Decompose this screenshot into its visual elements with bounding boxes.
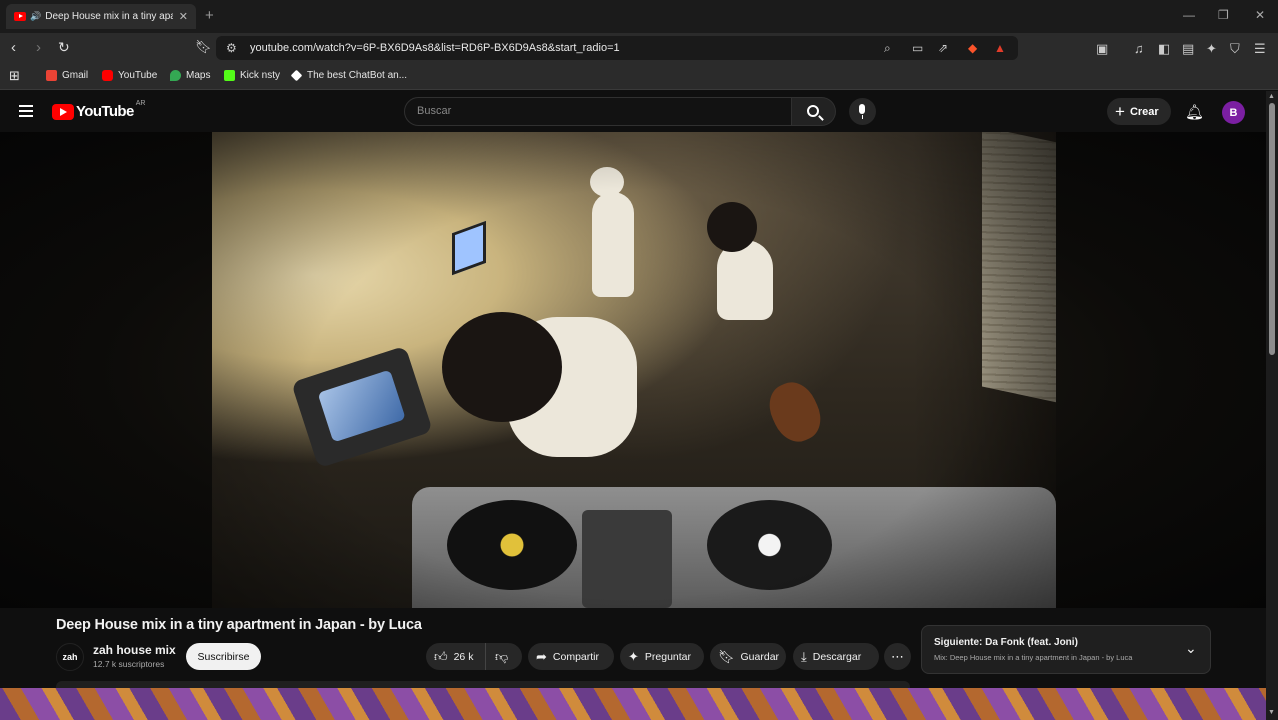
scrollbar-thumb[interactable]: [1269, 103, 1275, 355]
new-tab-button[interactable]: +: [205, 7, 214, 24]
sidebar-icon[interactable]: ◧: [1158, 41, 1170, 57]
chatbot-icon: [290, 69, 303, 82]
youtube-header: YouTube AR + Crear 🔔︎ B: [0, 91, 1266, 132]
share-page-icon[interactable]: ⇗: [938, 41, 948, 55]
search-icon: [807, 105, 819, 117]
reload-icon[interactable]: ↻: [58, 39, 70, 56]
video-player[interactable]: [212, 132, 1056, 608]
channel-avatar[interactable]: zah: [56, 643, 84, 671]
brave-shields-icon[interactable]: ◆: [968, 41, 977, 55]
scroll-up-icon[interactable]: ▲: [1268, 93, 1275, 100]
thumbs-up-icon: 👍︎: [434, 648, 448, 664]
share-arrow-icon: ➦: [536, 648, 547, 664]
download-button[interactable]: ⤓ Descargar: [793, 643, 879, 670]
bookmark-maps[interactable]: Maps: [170, 70, 210, 81]
next-up-subtitle: Mix: Deep House mix in a tiny apartment …: [934, 653, 1133, 662]
scroll-down-icon[interactable]: ▼: [1268, 709, 1275, 716]
zoom-icon[interactable]: ⌕: [884, 41, 891, 56]
background-artwork: [0, 688, 1266, 720]
youtube-icon: [102, 70, 113, 81]
tab-close-icon[interactable]: ✕: [179, 10, 188, 23]
bookmark-youtube[interactable]: YouTube: [102, 70, 157, 81]
like-button[interactable]: 👍︎ 26 k: [426, 643, 486, 670]
forward-icon[interactable]: ›: [36, 39, 41, 56]
browser-tab[interactable]: 🔊 Deep House mix in a tiny apartment in …: [6, 4, 196, 29]
youtube-logo[interactable]: YouTube AR: [52, 100, 146, 120]
bookmark-gmail[interactable]: Gmail: [46, 70, 88, 81]
apps-grid-icon[interactable]: ⊞: [9, 68, 20, 84]
bookmark-icon: 🔖︎: [718, 648, 735, 664]
bookmark-chatbot[interactable]: The best ChatBot an...: [290, 69, 407, 82]
like-count: 26 k: [453, 650, 474, 663]
restore-icon[interactable]: ❐: [1218, 8, 1229, 22]
notifications-bell-icon[interactable]: 🔔︎: [1185, 103, 1204, 121]
wallet-icon[interactable]: ▤: [1182, 41, 1194, 57]
hamburger-menu-icon[interactable]: [19, 105, 33, 117]
user-avatar[interactable]: B: [1222, 101, 1245, 124]
menu-icon[interactable]: ☰: [1254, 41, 1266, 57]
search-box[interactable]: [404, 97, 792, 126]
music-icon[interactable]: ♫: [1134, 41, 1144, 56]
speaker-icon[interactable]: 🔊: [30, 11, 41, 22]
site-info-icon[interactable]: ⚙: [226, 41, 237, 55]
vpn-icon[interactable]: ⛉: [1230, 41, 1240, 57]
page-scrollbar[interactable]: ▲ ▼: [1266, 91, 1278, 720]
browser-tab-bar: 🔊 Deep House mix in a tiny apartment in …: [0, 0, 1278, 33]
subscribe-button[interactable]: Suscribirse: [186, 643, 261, 670]
cast-icon[interactable]: ▭: [912, 41, 923, 55]
search-input[interactable]: [417, 105, 777, 117]
close-window-icon[interactable]: ✕: [1255, 8, 1265, 22]
voice-search-icon[interactable]: [849, 98, 876, 125]
sparkle-icon: ✦: [628, 648, 639, 664]
brave-rewards-icon[interactable]: ▲: [994, 41, 1006, 55]
leo-ai-icon[interactable]: ✦: [1206, 41, 1217, 57]
like-dislike-group: 👍︎ 26 k 👎︎: [426, 643, 522, 670]
maps-pin-icon: [170, 70, 181, 81]
video-vignette: [212, 132, 1056, 608]
url-field[interactable]: ⚙ youtube.com/watch?v=6P-BX6D9As8&list=R…: [216, 36, 1018, 60]
youtube-favicon-icon: [14, 12, 26, 21]
next-up-panel[interactable]: Siguiente: Da Fonk (feat. Joni) Mix: Dee…: [921, 625, 1211, 674]
more-actions-icon[interactable]: ⋯: [884, 643, 911, 670]
video-title: Deep House mix in a tiny apartment in Ja…: [56, 617, 422, 633]
tab-title: Deep House mix in a tiny apartment in Ja…: [45, 11, 173, 22]
bookmark-page-icon[interactable]: 🔖︎: [195, 39, 212, 55]
youtube-play-logo-icon: [52, 103, 74, 120]
url-text: youtube.com/watch?v=6P-BX6D9As8&list=RD6…: [250, 42, 620, 54]
plus-icon: +: [1115, 102, 1125, 121]
ask-button[interactable]: ✦ Preguntar: [620, 643, 704, 670]
create-button[interactable]: + Crear: [1107, 98, 1171, 125]
kick-icon: [224, 70, 235, 81]
back-icon[interactable]: ‹: [11, 39, 16, 56]
gmail-icon: [46, 70, 57, 81]
subscriber-count: 12.7 k suscriptores: [93, 659, 165, 669]
country-code: AR: [135, 100, 146, 107]
dislike-button-icon[interactable]: 👎︎: [486, 649, 508, 665]
chevron-down-icon[interactable]: ⌄: [1185, 640, 1197, 657]
search-button[interactable]: [792, 97, 836, 126]
share-button[interactable]: ➦ Compartir: [528, 643, 614, 670]
bookmarks-bar: ⊞ Gmail YouTube Maps Kick nsty The best …: [0, 63, 1278, 90]
bookmark-kick[interactable]: Kick nsty: [224, 70, 280, 81]
download-icon: ⤓: [801, 648, 807, 664]
address-toolbar: ‹ › ↻ 🔖︎ ⚙ youtube.com/watch?v=6P-BX6D9A…: [0, 33, 1278, 63]
minimize-icon[interactable]: —: [1183, 8, 1195, 22]
reader-mode-icon[interactable]: ▣: [1096, 41, 1108, 57]
next-up-title: Siguiente: Da Fonk (feat. Joni): [934, 637, 1078, 648]
channel-name[interactable]: zah house mix: [93, 643, 176, 657]
save-button[interactable]: 🔖︎ Guardar: [710, 643, 786, 670]
